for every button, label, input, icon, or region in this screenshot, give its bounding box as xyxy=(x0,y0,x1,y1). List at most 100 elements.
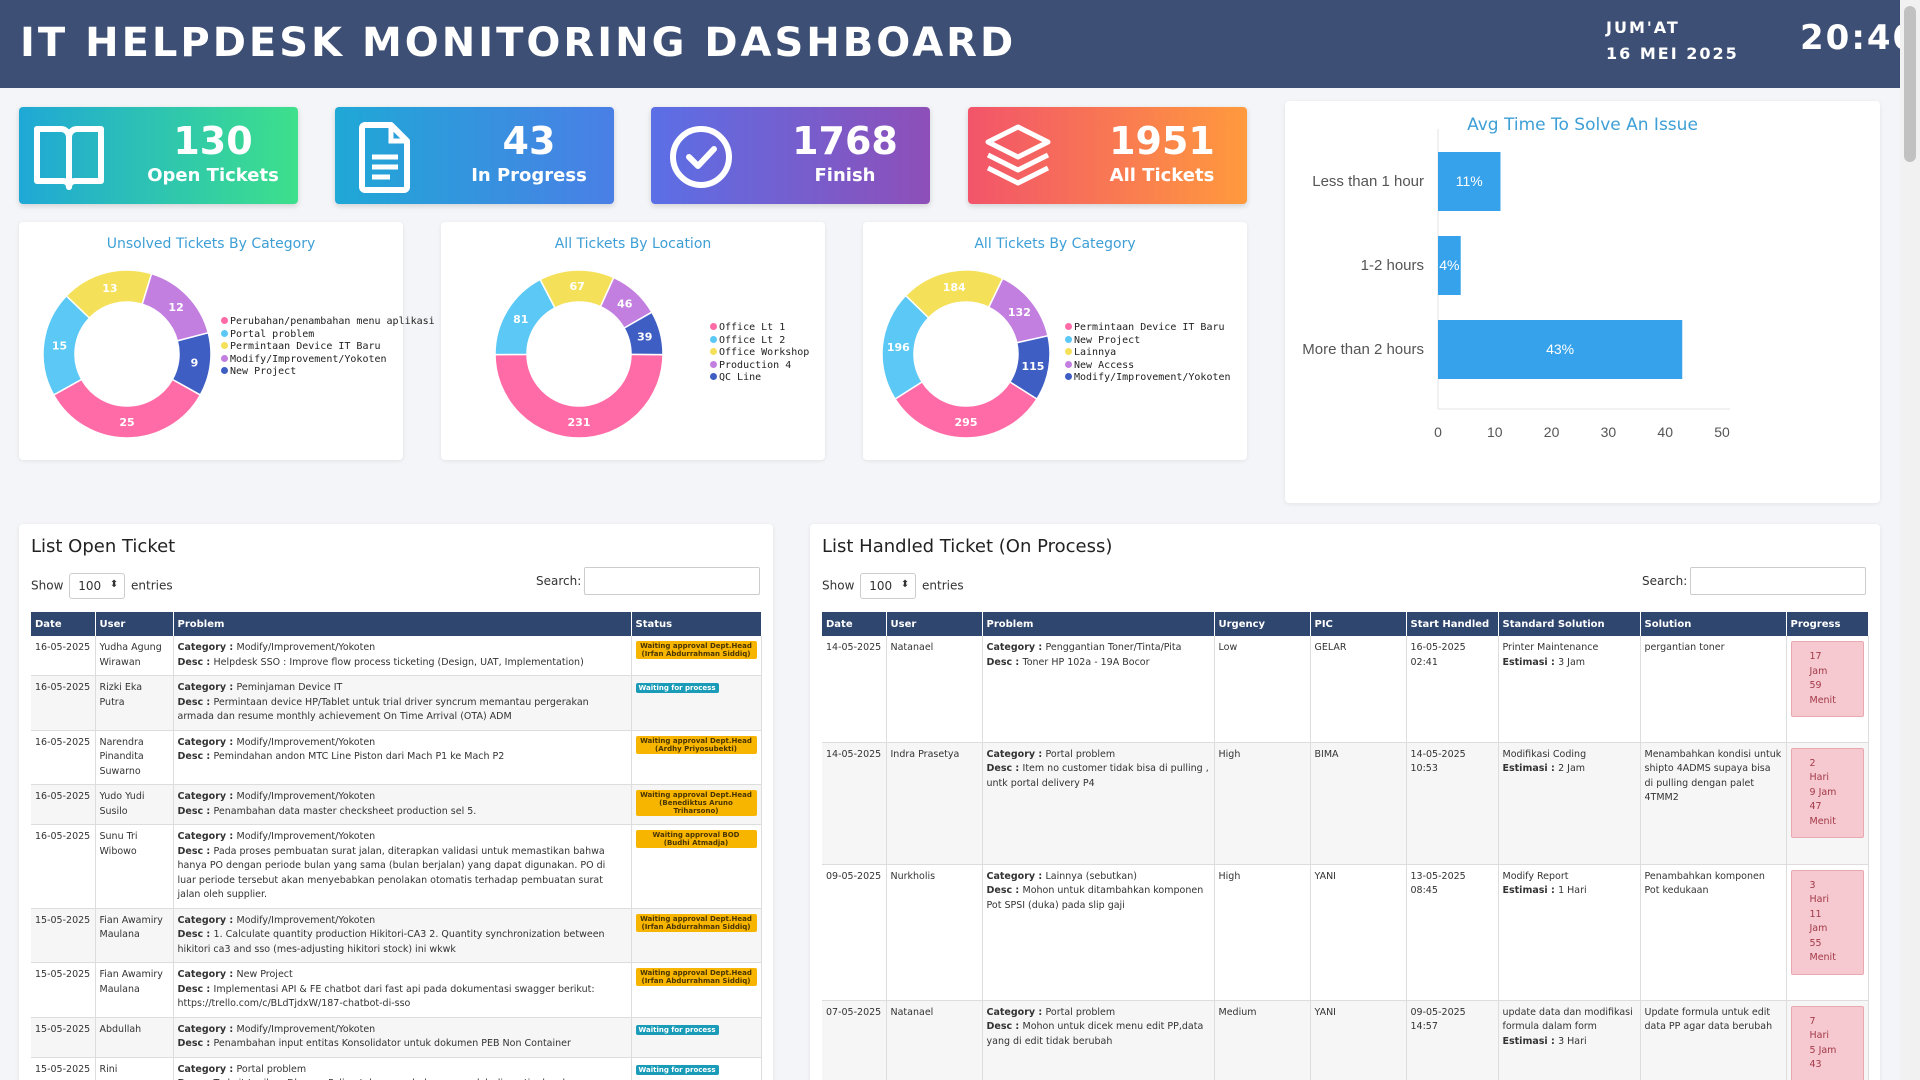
user-cell: Fian Awamiry Maulana xyxy=(95,908,174,963)
legend-item[interactable]: Production 4 xyxy=(710,360,822,373)
field-label: Desc : xyxy=(177,805,214,817)
legend-item[interactable]: Office Workshop xyxy=(710,347,822,360)
table-row[interactable]: 15-05-2025 Fian Awamiry Maulana Category :… xyxy=(31,908,762,963)
urgency-cell: Low xyxy=(1214,636,1311,743)
column-header[interactable]: User xyxy=(886,612,983,636)
pic-cell: YANI xyxy=(1310,1000,1407,1080)
legend-item[interactable]: Perubahan/penambahan menu aplikasi xyxy=(221,316,435,329)
table-row[interactable]: 14-05-2025 Indra Prasetya Category : Porta… xyxy=(822,742,1869,865)
status-badge: Waiting for process xyxy=(635,683,719,693)
category-label: More than 2 hours xyxy=(1302,341,1424,358)
table-row[interactable]: 16-05-2025 Yudo Yudi Susilo Category : Mod… xyxy=(31,784,762,825)
user-cell: Rini xyxy=(95,1057,174,1080)
search-input[interactable] xyxy=(584,567,760,595)
legend-item[interactable]: Permintaan Device IT Baru xyxy=(1065,322,1245,335)
legend-item[interactable]: Office Lt 2 xyxy=(710,335,822,348)
entries-select[interactable]: 100 ⬍ xyxy=(69,573,126,599)
field-label: Estimasi : xyxy=(1502,763,1559,774)
user-cell: Yudha Agung Wirawan xyxy=(95,636,174,676)
stat-label: In Progress xyxy=(471,165,587,186)
chart-legend: Perubahan/penambahan menu aplikasi Portal… xyxy=(221,316,435,379)
table-row[interactable]: 16-05-2025 Sunu Tri Wibowo Category : Modi… xyxy=(31,824,762,909)
column-header[interactable]: Progress xyxy=(1786,612,1869,636)
column-header[interactable]: Problem xyxy=(982,612,1215,636)
column-header[interactable]: Problem xyxy=(173,612,632,636)
table-row[interactable]: 15-05-2025 Abdullah Category : Modify/Impr… xyxy=(31,1017,762,1058)
legend-item[interactable]: New Project xyxy=(1065,335,1245,348)
user-cell: Abdullah xyxy=(95,1017,174,1058)
column-header[interactable]: Date xyxy=(822,612,887,636)
table-row[interactable]: 15-05-2025RiniCategory : Portal problemD… xyxy=(31,1057,762,1080)
legend-label: Modify/Improvement/Yokoten xyxy=(230,353,387,365)
column-header[interactable]: Standard Solution xyxy=(1498,612,1641,636)
legend-label: Perubahan/penambahan menu aplikasi xyxy=(230,316,435,327)
category-label: 1-2 hours xyxy=(1361,257,1424,274)
slice-value-label: 15 xyxy=(52,339,67,352)
search-input[interactable] xyxy=(1690,567,1866,595)
field-label: Category : xyxy=(177,736,237,748)
user-cell: Sunu Tri Wibowo xyxy=(95,824,174,909)
handled-ticket-panel: List Handled Ticket (On Process) Show 10… xyxy=(810,524,1880,1080)
stat-card-finish: 1768 Finish xyxy=(651,107,930,204)
slice-value-label: 13 xyxy=(102,282,117,295)
legend-item[interactable]: Lainnya xyxy=(1065,347,1245,360)
field-label: Category : xyxy=(177,682,237,693)
chart-title: All Tickets By Category xyxy=(974,236,1136,252)
table-row[interactable]: 16-05-2025 Rizki Eka Putra Category : Pemi… xyxy=(31,675,762,731)
document-icon xyxy=(359,122,410,193)
page-scrollbar[interactable] xyxy=(1900,0,1920,1080)
table-row[interactable]: 16-05-2025 Yudha Agung Wirawan Category : … xyxy=(31,636,762,676)
legend-swatch xyxy=(221,342,228,349)
legend-item[interactable]: Modify/Improvement/Yokoten xyxy=(221,354,401,367)
column-header[interactable]: Status xyxy=(631,612,762,636)
legend-item[interactable]: QC Line xyxy=(710,372,822,385)
column-header[interactable]: PIC xyxy=(1310,612,1407,636)
table-row[interactable]: 14-05-2025 Natanael Category : Penggantian… xyxy=(822,636,1869,743)
scrollbar-thumb[interactable] xyxy=(1904,6,1916,162)
legend-swatch xyxy=(1065,360,1072,368)
donut-slice[interactable] xyxy=(894,380,1038,439)
stat-card-in-progress: 43 In Progress xyxy=(335,107,614,204)
progress-badge: 3 Hari 11 Jam 55 Menit xyxy=(1790,869,1864,975)
legend-item[interactable]: Portal problem xyxy=(221,329,401,342)
entries-label: entries xyxy=(131,578,173,593)
user-cell: Natanael xyxy=(886,636,983,743)
legend-item[interactable]: Office Lt 1 xyxy=(710,322,822,335)
column-header[interactable]: Start Handled xyxy=(1406,612,1499,636)
show-label: Show xyxy=(822,578,855,593)
column-header[interactable]: User xyxy=(95,612,174,636)
date-cell: 15-05-2025 xyxy=(31,908,96,963)
column-header[interactable]: Urgency xyxy=(1214,612,1311,636)
donut-slice[interactable] xyxy=(52,378,202,439)
chart-title: All Tickets By Location xyxy=(554,236,712,252)
show-label: Show xyxy=(31,578,64,593)
status-cell: Waiting approval Dept.Head (Irfan Abdurr… xyxy=(631,908,762,963)
field-label: Estimasi : xyxy=(1502,656,1559,668)
solution-cell: pergantian toner xyxy=(1640,636,1787,743)
bar-value-label: 11% xyxy=(1456,173,1483,189)
problem-cell: Category : Modify/Improvement/Yokoten Des… xyxy=(173,1017,632,1058)
donut-chart-location: 231 81 67 46 39 xyxy=(494,269,664,439)
legend-item[interactable]: Permintaan Device IT Baru xyxy=(221,341,401,354)
legend-item[interactable]: New Access xyxy=(1065,360,1245,373)
table-row[interactable]: 07-05-2025 Natanael Category : Portal prob… xyxy=(822,1000,1869,1080)
table-row[interactable]: 16-05-2025 Narendra Pinandita Suwarno Cate… xyxy=(31,730,762,785)
field-label: Desc : xyxy=(177,929,214,940)
field-label: Category : xyxy=(177,642,237,653)
status-badge: Waiting approval Dept.Head (Irfan Abdurr… xyxy=(635,913,757,932)
layers-icon xyxy=(985,124,1051,186)
table-row[interactable]: 09-05-2025 Nurkholis Category : Lainnya (s… xyxy=(822,864,1869,1001)
status-cell: Waiting for process xyxy=(631,1057,762,1080)
standard-solution-cell: update data dan modifikasi formula dalam… xyxy=(1498,1000,1641,1080)
column-header[interactable]: Date xyxy=(31,612,96,636)
entries-select[interactable]: 100 ⬍ xyxy=(860,573,917,599)
column-header[interactable]: Solution xyxy=(1640,612,1787,636)
field-label: Category : xyxy=(986,870,1046,882)
table-row[interactable]: 15-05-2025 Fian Awamiry Maulana Category :… xyxy=(31,962,762,1018)
legend-item[interactable]: Modify/Improvement/Yokoten xyxy=(1065,372,1245,385)
legend-swatch xyxy=(710,373,717,380)
standard-solution-cell: Modify Report Estimasi : 1 Hari xyxy=(1498,864,1641,1001)
tick-label: 0 xyxy=(1434,424,1442,440)
slice-value-label: 9 xyxy=(191,357,199,370)
legend-item[interactable]: New Project xyxy=(221,366,401,379)
